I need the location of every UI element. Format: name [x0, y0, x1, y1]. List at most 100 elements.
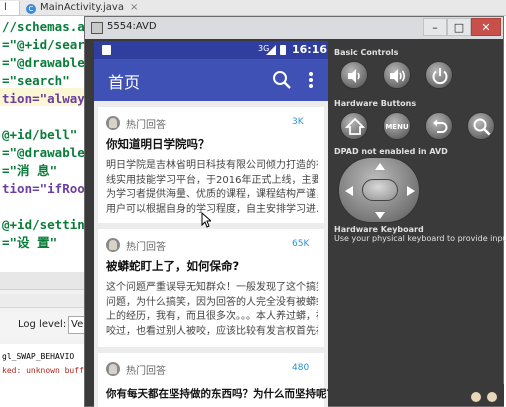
editor-tab-bar: l C MainActivity.java ×	[0, 0, 506, 16]
card-body: 这个问题严重误导无知群众！一般发现了这个搞笑的 问题，为什么搞笑，因为回答的人完…	[106, 281, 318, 339]
card-body-line: 咬过，也看过别人被咬，应该比较有发言权首先被...	[106, 325, 318, 337]
volume-down-button[interactable]	[340, 61, 368, 89]
emulator-titlebar[interactable]: 5554:AVD – □ ✕	[85, 17, 503, 39]
card-category: 热门回答	[126, 242, 166, 253]
signal-icon	[266, 45, 276, 55]
minimize-button[interactable]: –	[423, 18, 447, 36]
search-button[interactable]	[467, 112, 495, 140]
answer-card[interactable]: 热门回答 480 你有每天都在坚持做的东西吗？为什么而坚持呢？	[98, 353, 328, 407]
hardware-keyboard-hint: Use your physical keyboard to provide in…	[334, 234, 506, 243]
card-body-line: 线实用技能学习平台，于2016年正式上线，主要	[106, 174, 318, 186]
desktop-decoration-icon	[454, 384, 504, 406]
avatar	[106, 362, 120, 376]
overflow-menu-icon[interactable]	[304, 69, 318, 91]
log-level-row: Log level: Ve	[0, 312, 90, 338]
code-token: ="@+id/sear	[2, 37, 85, 52]
back-button[interactable]	[425, 112, 453, 140]
code-line: @+id/bell"	[2, 126, 77, 144]
card-body-line: 这个问题严重误导无知群众！一般发现了这个搞笑的	[106, 282, 318, 293]
code-line: //schemas.an	[2, 18, 92, 36]
log-line: ked: unknown buff	[2, 366, 84, 375]
dpad[interactable]	[338, 157, 420, 223]
status-bar: 3G 16:16	[94, 41, 328, 59]
code-token: ="消 息"	[2, 163, 58, 178]
emulator-window: 5554:AVD – □ ✕ 3G 16:16 首页 热门回答 3K 你知道明日…	[84, 16, 506, 407]
card-title: 你知道明日学院吗？	[106, 137, 210, 151]
dpad-center-button[interactable]	[362, 179, 398, 201]
mouse-cursor-icon	[201, 212, 211, 228]
phone-screen[interactable]: 3G 16:16 首页 热门回答 3K 你知道明日学院吗？ 明日学院是吉林省明日…	[94, 41, 328, 407]
dpad-label: DPAD not enabled in AVD	[334, 147, 448, 156]
battery-icon	[280, 45, 286, 55]
logcat-panel: Log level: Ve gl_SWAP_BEHAVIO ked: unknow…	[0, 272, 90, 407]
code-token: ="@drawable	[2, 55, 85, 70]
code-line: tion="ifRoom	[2, 180, 92, 198]
code-token: ="search"	[2, 73, 70, 88]
view-count-badge: 480	[292, 363, 310, 373]
card-body: 明日学院是吉林省明日科技有限公司倾力打造的在 线实用技能学习平台，于2016年正…	[106, 159, 318, 217]
log-output[interactable]: gl_SWAP_BEHAVIO ked: unknown buff	[0, 344, 90, 407]
code-token: @+id/bell"	[2, 127, 78, 142]
volume-up-button[interactable]	[383, 61, 411, 89]
emulator-title: 5554:AVD	[107, 21, 157, 32]
close-button[interactable]: ✕	[471, 18, 501, 36]
c-class-icon: C	[26, 4, 36, 14]
volume-up-icon	[390, 69, 406, 83]
card-body-line: 为学习者提供海量、优质的课程，课程结构严谨，	[106, 189, 318, 200]
code-token: ="@drawable	[2, 145, 85, 160]
log-line: gl_SWAP_BEHAVIO	[2, 352, 75, 361]
hardware-keyboard-label: Hardware Keyboard	[334, 225, 424, 234]
code-line: tion="alway	[2, 90, 85, 108]
answer-card[interactable]: 热门回答 3K 你知道明日学院吗？ 明日学院是吉林省明日科技有限公司倾力打造的在…	[98, 107, 324, 223]
panel-toolbar	[0, 272, 90, 290]
code-token: @+id/settin	[2, 217, 85, 232]
maximize-button[interactable]: □	[447, 18, 471, 36]
code-line: ="@drawable	[2, 54, 85, 72]
basic-controls-label: Basic Controls	[334, 48, 399, 57]
code-line: ="search"	[2, 72, 70, 90]
code-line: ="设 置"	[2, 234, 57, 252]
code-token: tion="ifRoom	[2, 181, 93, 196]
emulator-app-icon	[91, 22, 103, 34]
card-body-line: 上的经历，我有，而且很多次。。。本人养过蟒，被	[106, 311, 318, 322]
card-body-line: 问题，为什么搞笑，因为回答的人完全没有被蟒蛇盯	[106, 296, 318, 308]
card-body-line: 用户可以根据自身的学习程度，自主安排学习进...	[106, 203, 318, 215]
editor-tab-mainactivity[interactable]: C MainActivity.java ×	[22, 1, 152, 15]
code-line: @+id/settin	[2, 216, 85, 234]
code-token: ="设 置"	[2, 235, 58, 250]
card-title: 被蟒蛇盯上了，如何保命?	[106, 259, 240, 273]
back-icon	[433, 119, 448, 133]
volume-down-icon	[348, 69, 360, 83]
tab-close-icon[interactable]: ×	[130, 2, 138, 13]
editor-tab-label: l	[4, 2, 7, 13]
code-line: ="消 息"	[2, 162, 57, 180]
code-editor[interactable]: //schemas.an ="@+id/sear ="@drawable ="sear…	[0, 16, 92, 272]
page-title: 首页	[108, 73, 141, 92]
code-token: tion="alway	[2, 91, 85, 106]
code-line: ="@drawable	[2, 144, 85, 162]
view-count-badge: 65K	[292, 239, 310, 249]
log-level-label: Log level:	[18, 319, 67, 330]
app-toolbar: 首页	[94, 59, 328, 101]
search-icon	[473, 118, 491, 136]
editor-tab-xml[interactable]: l	[0, 1, 20, 15]
code-line: ="@+id/sear	[2, 36, 85, 54]
avatar	[106, 238, 120, 252]
code-token: //schemas.an	[2, 19, 93, 34]
card-category: 热门回答	[126, 366, 166, 377]
panel-subtoolbar	[0, 294, 90, 308]
home-button[interactable]	[340, 112, 368, 140]
search-icon[interactable]	[272, 70, 292, 90]
power-icon	[432, 68, 448, 85]
menu-button[interactable]: MENU	[383, 112, 411, 140]
card-title: 你有每天都在坚持做的东西吗？为什么而坚持呢？	[106, 388, 328, 400]
hardware-buttons-label: Hardware Buttons	[334, 99, 417, 108]
home-icon	[345, 117, 365, 135]
power-button[interactable]	[425, 61, 453, 89]
sd-card-icon	[102, 45, 111, 55]
card-category: 热门回答	[126, 120, 166, 131]
answer-card[interactable]: 热门回答 65K 被蟒蛇盯上了，如何保命? 这个问题严重误导无知群众！一般发现了…	[98, 229, 324, 347]
status-time: 16:16	[292, 43, 328, 56]
avatar	[106, 116, 120, 130]
view-count-badge: 3K	[292, 117, 304, 127]
